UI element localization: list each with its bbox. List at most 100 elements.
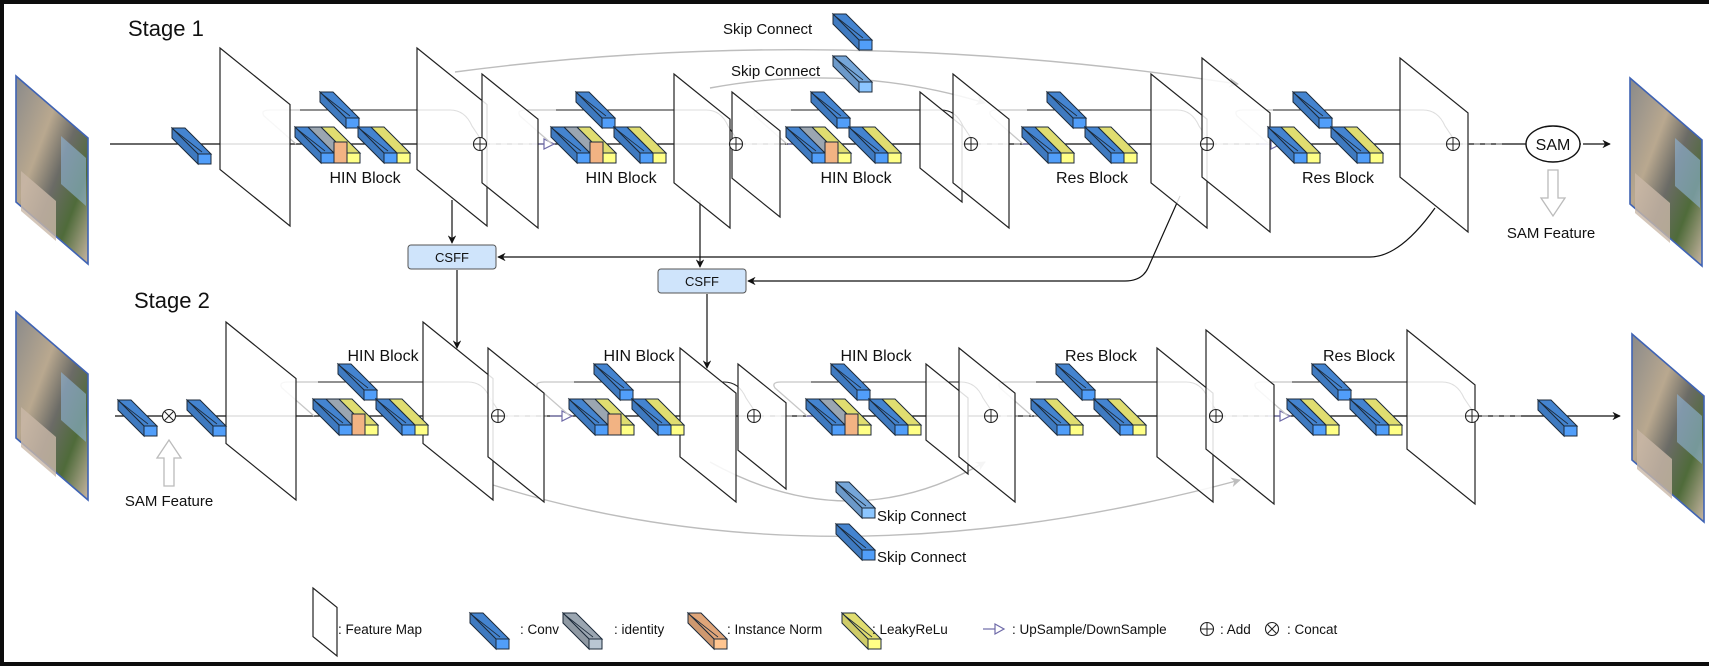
instance-norm-face — [351, 413, 366, 436]
s2-block-label-5: Res Block — [1323, 348, 1396, 365]
legend-instance-norm-icon — [686, 611, 729, 651]
s0-b2-conv-relu-cube — [847, 125, 903, 165]
stage1-output-image — [1629, 76, 1703, 268]
s1-feature-map-1 — [225, 320, 297, 502]
architecture-diagram: Stage 1 Stage 2 SAM SAM Feature SAM Feat… — [15, 12, 1705, 658]
s1-skip-conv-cube-outer — [831, 12, 874, 52]
cube-front-face — [576, 152, 591, 164]
s1-b0-hin-cube — [311, 397, 380, 437]
csff-label-2: CSFF — [685, 274, 719, 289]
cube-front-face — [414, 424, 429, 436]
cube-front-face — [867, 638, 882, 650]
legend-label-feature-map: : Feature Map — [338, 622, 422, 637]
s2-skip-conv-cube-outer — [834, 522, 877, 562]
stage2-input-image — [15, 310, 89, 502]
instance-norm-face — [824, 141, 839, 164]
cube-front-face — [594, 424, 609, 436]
cube-front-face — [887, 152, 902, 164]
s0-feature-map-7 — [952, 72, 1010, 230]
cube-front-face — [670, 424, 685, 436]
cube-front-face — [383, 152, 398, 164]
s1-input-conv-cube — [170, 126, 213, 166]
cube-front-face — [1306, 152, 1321, 164]
cube-front-face — [858, 39, 873, 51]
instance-norm-face — [607, 413, 622, 436]
s1-b2-hin-cube — [804, 397, 873, 437]
cube-front-face — [1123, 152, 1138, 164]
cube-front-face — [1293, 152, 1308, 164]
legend-label-instance-norm: : Instance Norm — [727, 622, 822, 637]
s1-feature-map-5 — [737, 362, 787, 491]
s1-b4-conv-relu-cube — [1348, 397, 1404, 437]
s0-feature-map-8 — [1150, 72, 1208, 230]
cube-front-face — [639, 152, 654, 164]
s2-output-conv-cube — [1536, 398, 1579, 438]
s2-block-label-4: Res Block — [1065, 348, 1138, 365]
csff1-feedback-arrow — [497, 207, 1436, 262]
cube-front-face — [874, 152, 889, 164]
cube-front-face — [1388, 424, 1403, 436]
instance-norm-face — [844, 413, 859, 436]
legend-label-sample: : UpSample/DownSample — [1012, 622, 1167, 637]
cube-front-face — [1563, 425, 1578, 437]
legend-label-add: : Add — [1220, 622, 1251, 637]
cube-front-face — [1369, 152, 1384, 164]
cube-front-face — [831, 424, 846, 436]
cube-front-face — [620, 424, 635, 436]
s0-b2-hin-cube — [784, 125, 853, 165]
csff2-feedback-arrow — [747, 195, 1181, 286]
cube-front-face — [320, 152, 335, 164]
s0-b0-conv-relu-cube — [356, 125, 412, 165]
s1-feature-map-8 — [1156, 346, 1214, 504]
cube-front-face — [1132, 424, 1147, 436]
s1-b3-sample-arrow-icon — [1279, 410, 1292, 422]
cube-front-face — [588, 638, 603, 650]
stage2-output-image — [1631, 332, 1705, 524]
s1-b2-conv-relu-cube — [867, 397, 923, 437]
cube-front-face — [143, 425, 158, 437]
cube-front-face — [1119, 424, 1134, 436]
skip-connect-label-s2-outer: Skip Connect — [877, 549, 967, 566]
cube-front-face — [1110, 152, 1125, 164]
s0-b0-sample-arrow-icon — [543, 138, 556, 150]
s1-block-label-1: HIN Block — [329, 170, 401, 187]
s1-b0-sample-arrow-icon — [561, 410, 574, 422]
sam-label: SAM — [1536, 137, 1571, 154]
stage2-title: Stage 2 — [134, 288, 210, 313]
s0-b3-conv-relu-cube — [1083, 125, 1139, 165]
s0-b0-hin-cube — [293, 125, 362, 165]
s2-block-label-1: HIN Block — [347, 348, 419, 365]
cube-front-face — [364, 424, 379, 436]
sam-feature-input-label: SAM Feature — [125, 493, 213, 510]
cube-front-face — [602, 152, 617, 164]
s1-feature-map-7 — [958, 346, 1016, 504]
instance-norm-face — [589, 141, 604, 164]
s1-feature-map-3 — [487, 346, 545, 504]
cube-front-face — [396, 152, 411, 164]
legend-label-leaky-relu: : LeakyReLu — [872, 622, 948, 637]
cube-front-face — [837, 152, 852, 164]
skip-connect-label-s2-inner: Skip Connect — [877, 508, 967, 525]
cube-front-face — [1325, 424, 1340, 436]
cube-front-face — [713, 638, 728, 650]
cube-front-face — [907, 424, 922, 436]
sam-feature-input-arrow-icon — [155, 438, 183, 487]
s0-b3-res-cube-1 — [1020, 125, 1076, 165]
sam-feature-arrow-icon — [1539, 169, 1567, 218]
cube-front-face — [338, 424, 353, 436]
cube-front-face — [212, 425, 227, 437]
cube-front-face — [1375, 424, 1390, 436]
cube-front-face — [861, 507, 876, 519]
s1-feature-map-10 — [1406, 328, 1476, 506]
skip-connect-label-s1-outer: Skip Connect — [723, 21, 813, 38]
cube-front-face — [1312, 424, 1327, 436]
stage1-input-image — [15, 74, 89, 266]
s0-b1-hin-cube — [549, 125, 618, 165]
cube-front-face — [811, 152, 826, 164]
skip-connect-label-s1-inner: Skip Connect — [731, 63, 821, 80]
s0-feature-map-3 — [481, 72, 539, 230]
cube-front-face — [495, 638, 510, 650]
cube-front-face — [652, 152, 667, 164]
s1-block-label-5: Res Block — [1302, 170, 1375, 187]
s0-feature-map-5 — [731, 90, 781, 219]
